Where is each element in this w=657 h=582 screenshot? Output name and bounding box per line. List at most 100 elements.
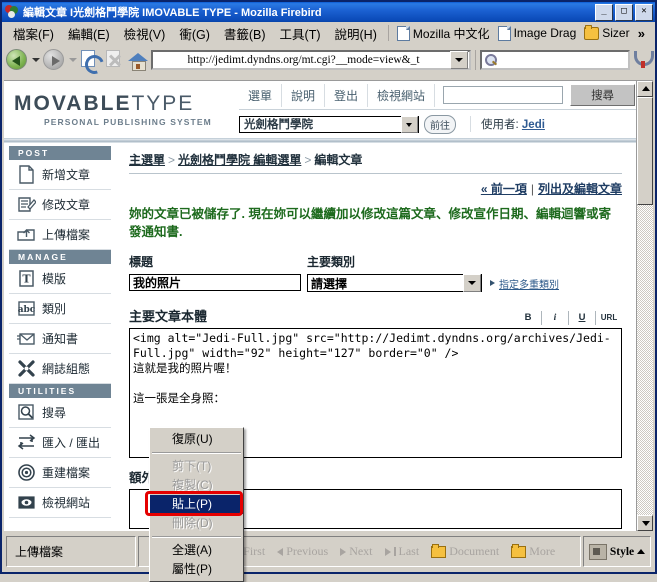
category-label: 主要類別 (307, 255, 356, 270)
forward-button[interactable] (42, 48, 66, 72)
window-title: 編輯文章 I光劍格鬥學院 IMOVABLE TYPE - Mozilla Fir… (23, 7, 322, 19)
sidebar-item-label: 類別 (42, 302, 67, 316)
status-nav-label: Previous (286, 544, 329, 558)
sidebar-item-label: 新增文章 (42, 168, 91, 182)
sidebar-item-rebuild[interactable]: 重建檔案 (9, 458, 111, 488)
header-nav-viewsite[interactable]: 檢視網站 (368, 83, 436, 107)
reload-button[interactable] (79, 49, 108, 78)
context-menu-select-all[interactable]: 全選(A) (150, 541, 243, 560)
italic-button[interactable]: i (541, 311, 568, 326)
context-menu[interactable]: 復原(U) 剪下(T) 複製(C) 貼上(P) 刪除(D) 全選(A) 屬性(P… (145, 427, 244, 582)
sidebar-item-blog-config[interactable]: 網誌組態 (9, 354, 111, 384)
breadcrumb-blog-menu[interactable]: 光劍格鬥學院 編輯選單 (178, 153, 301, 167)
home-button[interactable] (127, 49, 149, 71)
list-edit-posts-link[interactable]: 列出及編輯文章 (538, 182, 622, 196)
sidebar-group-manage: MANAGE (9, 250, 111, 264)
scroll-down-button[interactable] (637, 515, 653, 531)
style-panel[interactable]: Style (583, 536, 651, 567)
header-nav-help[interactable]: 說明 (282, 83, 326, 107)
go-button[interactable]: 前往 (424, 114, 456, 134)
url-button[interactable]: URL (595, 311, 622, 326)
url-bar[interactable]: http://jedimt.dyndns.org/mt.cgi?__mode=v… (151, 50, 471, 70)
sidebar-item-view-site[interactable]: 檢視網站 (9, 488, 111, 518)
menu-bar: 檔案(F) 編輯(E) 檢視(V) 衝(G) 書籤(B) 工具(T) 說明(H)… (2, 22, 655, 45)
back-button[interactable] (5, 48, 29, 72)
status-nav-label: Document (449, 544, 500, 558)
forward-arrow-icon (43, 49, 64, 70)
svg-text:T: T (22, 273, 31, 286)
breadcrumb-main-menu[interactable]: 主選單 (129, 153, 165, 167)
chevron-down-icon[interactable] (401, 115, 418, 133)
menu-bookmarks[interactable]: 書籤(B) (217, 22, 273, 45)
header-nav-menu[interactable]: 選單 (239, 83, 283, 107)
scrollbar-track[interactable] (637, 97, 653, 515)
minimize-button[interactable]: _ (595, 3, 613, 21)
header-search-input[interactable] (443, 86, 564, 104)
menu-file[interactable]: 檔案(F) (6, 22, 61, 45)
chevron-down-icon[interactable] (463, 274, 481, 293)
title-bar: 編輯文章 I光劍格鬥學院 IMOVABLE TYPE - Mozilla Fir… (2, 2, 655, 22)
envelope-icon (17, 329, 36, 348)
url-dropdown-icon[interactable] (450, 51, 468, 69)
edit-document-icon (17, 195, 37, 214)
previous-link[interactable]: « 前一項 (481, 182, 527, 196)
back-history-dropdown-icon[interactable] (31, 48, 40, 72)
header-search-button[interactable]: 搜尋 (570, 84, 636, 106)
title-input[interactable]: 我的照片 (129, 274, 301, 292)
maximize-button[interactable]: □ (615, 3, 633, 21)
sidebar-item-label: 檢視網站 (42, 496, 91, 510)
logo-wordmark: MOVABLETYPE (14, 93, 239, 114)
multi-category-link[interactable]: 指定多重類別 (499, 276, 559, 291)
search-bar[interactable] (480, 50, 630, 70)
stop-button (103, 49, 125, 71)
header-nav-logout[interactable]: 登出 (325, 83, 369, 107)
prev-icon (277, 547, 284, 556)
context-menu-undo[interactable]: 復原(U) (150, 430, 243, 449)
bold-button[interactable]: B (515, 311, 541, 325)
multi-category-link-wrap[interactable]: 指定多重類別 (490, 276, 559, 291)
sidebar-item-upload[interactable]: 上傳檔案 (9, 220, 111, 250)
category-select[interactable]: 請選擇 (307, 274, 482, 293)
sidebar-item-categories[interactable]: abc 類別 (9, 294, 111, 324)
status-nav-label: First (243, 544, 266, 558)
forward-history-dropdown-icon[interactable] (68, 48, 77, 72)
close-button[interactable]: ✕ (635, 3, 653, 21)
status-nav-next[interactable]: Next (335, 544, 377, 559)
bookmark-label: Image Drag (513, 26, 577, 40)
status-nav-more[interactable]: More (506, 543, 560, 559)
menu-help[interactable]: 說明(H) (328, 22, 384, 45)
sidebar-group-utilities: UTILITIES (9, 384, 111, 398)
bookmark-mozilla-chinese[interactable]: Mozilla 中文化 (393, 24, 494, 43)
breadcrumb-separator: > (304, 153, 312, 167)
blog-select[interactable]: 光劍格鬥學院 (239, 115, 419, 133)
status-message: 妳的文章已被儲存了. 現在妳可以繼續加以修改這篇文章、修改宣作日期、編輯迴響或寄… (129, 207, 611, 240)
bookmark-sizer[interactable]: Sizer (580, 24, 633, 41)
menu-view[interactable]: 檢視(V) (117, 22, 173, 45)
sidebar-item-label: 通知書 (42, 332, 79, 346)
context-menu-properties[interactable]: 屬性(P) (150, 560, 243, 579)
triangle-up-icon[interactable] (637, 549, 646, 554)
status-nav-previous[interactable]: Previous (272, 544, 333, 559)
bookmarks-overflow-icon[interactable]: » (638, 26, 651, 41)
sidebar-item-templates[interactable]: T 模版 (9, 264, 111, 294)
menu-go[interactable]: 衝(G) (172, 22, 217, 45)
sidebar-item-search[interactable]: 搜尋 (9, 398, 111, 428)
sidebar-item-edit-post[interactable]: 修改文章 (9, 190, 111, 220)
user-link[interactable]: Jedi (522, 119, 545, 131)
url-input[interactable]: http://jedimt.dyndns.org/mt.cgi?__mode=v… (153, 54, 450, 66)
status-nav-last[interactable]: Last (380, 544, 425, 559)
bookmark-label: Sizer (602, 26, 630, 40)
sidebar-item-notifications[interactable]: 通知書 (9, 324, 111, 354)
sidebar-item-import-export[interactable]: 匯入 / 匯出 (9, 428, 111, 458)
new-document-icon (17, 165, 36, 184)
menu-edit[interactable]: 編輯(E) (61, 22, 117, 45)
page-scrollbar[interactable] (636, 81, 653, 531)
bookmark-image-drag[interactable]: Image Drag (494, 25, 581, 42)
context-menu-paste[interactable]: 貼上(P) (145, 491, 243, 516)
sidebar-item-new-post[interactable]: 新增文章 (9, 160, 111, 190)
scroll-up-button[interactable] (637, 81, 653, 97)
scrollbar-thumb[interactable] (637, 97, 653, 205)
status-nav-document[interactable]: Document (426, 543, 504, 559)
menu-tools[interactable]: 工具(T) (273, 22, 328, 45)
underline-button[interactable]: U (568, 311, 595, 326)
